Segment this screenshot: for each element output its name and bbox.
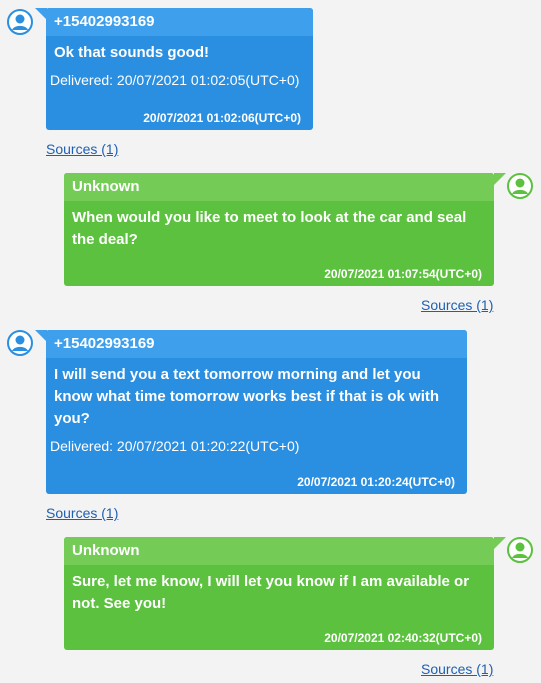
message-timestamp: 20/07/2021 02:40:32(UTC+0): [324, 631, 482, 645]
message-text: Sure, let me know, I will let you know i…: [72, 573, 470, 612]
delivered-status: Delivered: 20/07/2021 01:02:05(UTC+0): [50, 72, 300, 88]
outgoing-message-bubble: Unknown Sure, let me know, I will let yo…: [64, 537, 494, 650]
message-sender: Unknown: [64, 173, 494, 201]
incoming-avatar-icon: [7, 330, 33, 356]
message-text: When would you like to meet to look at t…: [72, 209, 467, 248]
incoming-message-bubble: +15402993169 Ok that sounds good! Delive…: [46, 8, 313, 130]
message-sender: Unknown: [64, 537, 494, 565]
bubble-tail: [494, 537, 506, 549]
delivered-status: Delivered: 20/07/2021 01:20:22(UTC+0): [50, 438, 300, 454]
sources-link[interactable]: Sources (1): [46, 141, 118, 157]
bubble-tail: [494, 173, 506, 185]
outgoing-message-bubble: Unknown When would you like to meet to l…: [64, 173, 494, 286]
message-text: Ok that sounds good!: [54, 44, 209, 61]
outgoing-avatar-icon: [507, 537, 533, 563]
sources-link[interactable]: Sources (1): [421, 297, 493, 313]
message-text: I will send you a text tomorrow morning …: [54, 366, 440, 427]
sources-link[interactable]: Sources (1): [421, 661, 493, 677]
sources-link[interactable]: Sources (1): [46, 505, 118, 521]
message-sender: +15402993169: [46, 330, 467, 358]
message-sender: +15402993169: [46, 8, 313, 36]
incoming-message-bubble: +15402993169 I will send you a text tomo…: [46, 330, 467, 494]
message-timestamp: 20/07/2021 01:20:24(UTC+0): [297, 475, 455, 489]
message-timestamp: 20/07/2021 01:07:54(UTC+0): [324, 267, 482, 281]
message-timestamp: 20/07/2021 01:02:06(UTC+0): [143, 111, 301, 125]
outgoing-avatar-icon: [507, 173, 533, 199]
incoming-avatar-icon: [7, 9, 33, 35]
